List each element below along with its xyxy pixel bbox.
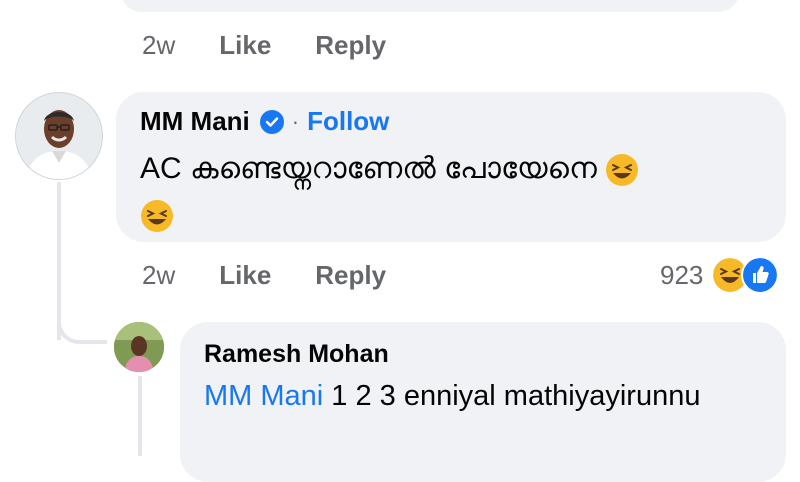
laughing-emoji-icon — [141, 200, 173, 233]
reply-author[interactable]: Ramesh Mohan — [204, 340, 389, 369]
previous-comment-actions: 2w Like Reply — [142, 30, 386, 61]
profile-photo-icon — [114, 322, 164, 372]
like-button[interactable]: Like — [219, 30, 271, 61]
profile-photo-icon — [16, 93, 102, 179]
laughing-emoji-icon — [606, 154, 639, 187]
like-button[interactable]: Like — [219, 260, 271, 291]
comment-timestamp[interactable]: 2w — [142, 30, 175, 61]
avatar[interactable] — [114, 322, 164, 372]
comment-author[interactable]: MM Mani — [140, 106, 250, 137]
reply-button[interactable]: Reply — [315, 30, 386, 61]
mention-link[interactable]: MM Mani — [204, 380, 323, 412]
comment-timestamp[interactable]: 2w — [142, 260, 175, 291]
comment-actions: 2w Like Reply — [142, 260, 386, 291]
reaction-summary[interactable]: 923 — [660, 256, 780, 294]
verified-badge-icon — [259, 109, 284, 134]
avatar[interactable] — [15, 92, 103, 180]
reply-text: MM Mani 1 2 3 enniyal mathiyayirunnu — [204, 376, 744, 416]
reaction-count: 923 — [660, 259, 704, 290]
reply-body: 1 2 3 enniyal mathiyayirunnu — [323, 380, 701, 412]
previous-comment-bubble — [120, 0, 740, 12]
comment-body: AC കണ്ടെയ്നറാണേൽ പോയേനെ — [140, 152, 597, 185]
separator-dot: · — [291, 108, 300, 134]
reply-thread-line — [138, 376, 142, 456]
follow-button[interactable]: Follow — [307, 106, 389, 137]
comment-header: MM Mani · Follow — [140, 106, 389, 137]
comment-text: AC കണ്ടെയ്നറാണേൽ പോയേനെ — [140, 146, 760, 238]
like-reaction-icon — [741, 256, 780, 294]
reply-button[interactable]: Reply — [315, 260, 386, 291]
thread-line-curve — [57, 300, 107, 344]
